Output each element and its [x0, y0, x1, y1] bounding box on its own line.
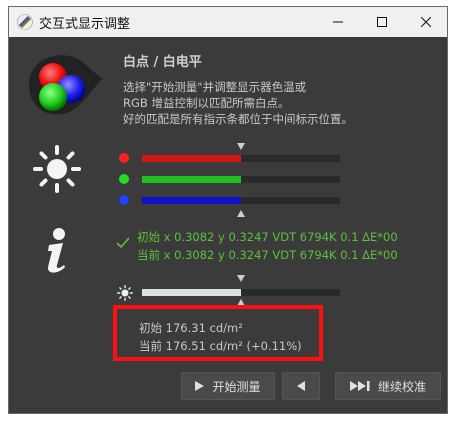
maximize-icon [377, 17, 387, 27]
blue-channel-fill [142, 197, 241, 204]
maximize-button[interactable] [360, 7, 404, 37]
app-logo-icon [17, 14, 33, 30]
minimize-icon [333, 21, 343, 23]
section-heading: 白点 / 白电平 [123, 55, 202, 70]
window-title: 交互式显示调整 [39, 17, 131, 32]
red-channel-dot [119, 153, 129, 163]
initial-luminance: 初始 176.31 cd/m² [139, 321, 243, 335]
check-icon [116, 237, 130, 249]
calibration-window: 交互式显示调整 白点 / 白电平 选择"开始测量"并调整显示器色温或 RGB 增… [8, 6, 448, 414]
close-button[interactable] [404, 7, 447, 37]
skip-forward-icon [349, 381, 370, 391]
red-channel-fill [142, 155, 241, 162]
title-bar[interactable]: 交互式显示调整 [9, 7, 447, 37]
minimize-button[interactable] [316, 7, 360, 37]
luminance-sun-icon [117, 285, 133, 301]
green-channel-dot [119, 174, 129, 184]
current-measurement: 当前 x 0.3082 y 0.3247 VDT 6794K 0.1 ΔE*00 [137, 248, 398, 262]
info-icon [47, 228, 65, 273]
luminance-target-marker-top [237, 275, 245, 282]
instruction-line: 选择"开始测量"并调整显示器色温或 [123, 80, 307, 94]
green-channel-fill [142, 176, 241, 183]
luminance-fill [142, 289, 241, 296]
back-button[interactable] [282, 372, 320, 400]
close-icon [421, 17, 431, 27]
continue-calibration-button[interactable]: 继续校准 [335, 372, 441, 400]
green-channel-bar [142, 176, 340, 183]
instruction-line: 好的匹配是所有指示条都位于中间标示位置。 [123, 112, 353, 126]
back-icon [297, 381, 305, 391]
brightness-sun-icon [33, 145, 81, 193]
current-luminance: 当前 176.51 cd/m² (+0.11%) [139, 339, 302, 353]
start-measurement-button[interactable]: 开始测量 [181, 372, 275, 400]
start-measurement-label: 开始测量 [212, 379, 261, 394]
continue-calibration-label: 继续校准 [377, 379, 426, 394]
initial-measurement: 初始 x 0.3082 y 0.3247 VDT 6794K 0.1 ΔE*00 [137, 230, 398, 244]
rgb-color-icon [29, 55, 103, 115]
red-channel-bar [142, 155, 340, 162]
play-icon [195, 381, 205, 391]
rgb-target-marker-top [237, 143, 245, 150]
rgb-target-marker-bottom [237, 210, 245, 217]
instruction-line: RGB 增益控制以匹配所需白点。 [123, 96, 290, 110]
luminance-bar [142, 289, 340, 296]
blue-channel-dot [119, 195, 129, 205]
instructions-text: 选择"开始测量"并调整显示器色温或 RGB 增益控制以匹配所需白点。 好的匹配是… [123, 79, 423, 127]
blue-channel-bar [142, 197, 340, 204]
